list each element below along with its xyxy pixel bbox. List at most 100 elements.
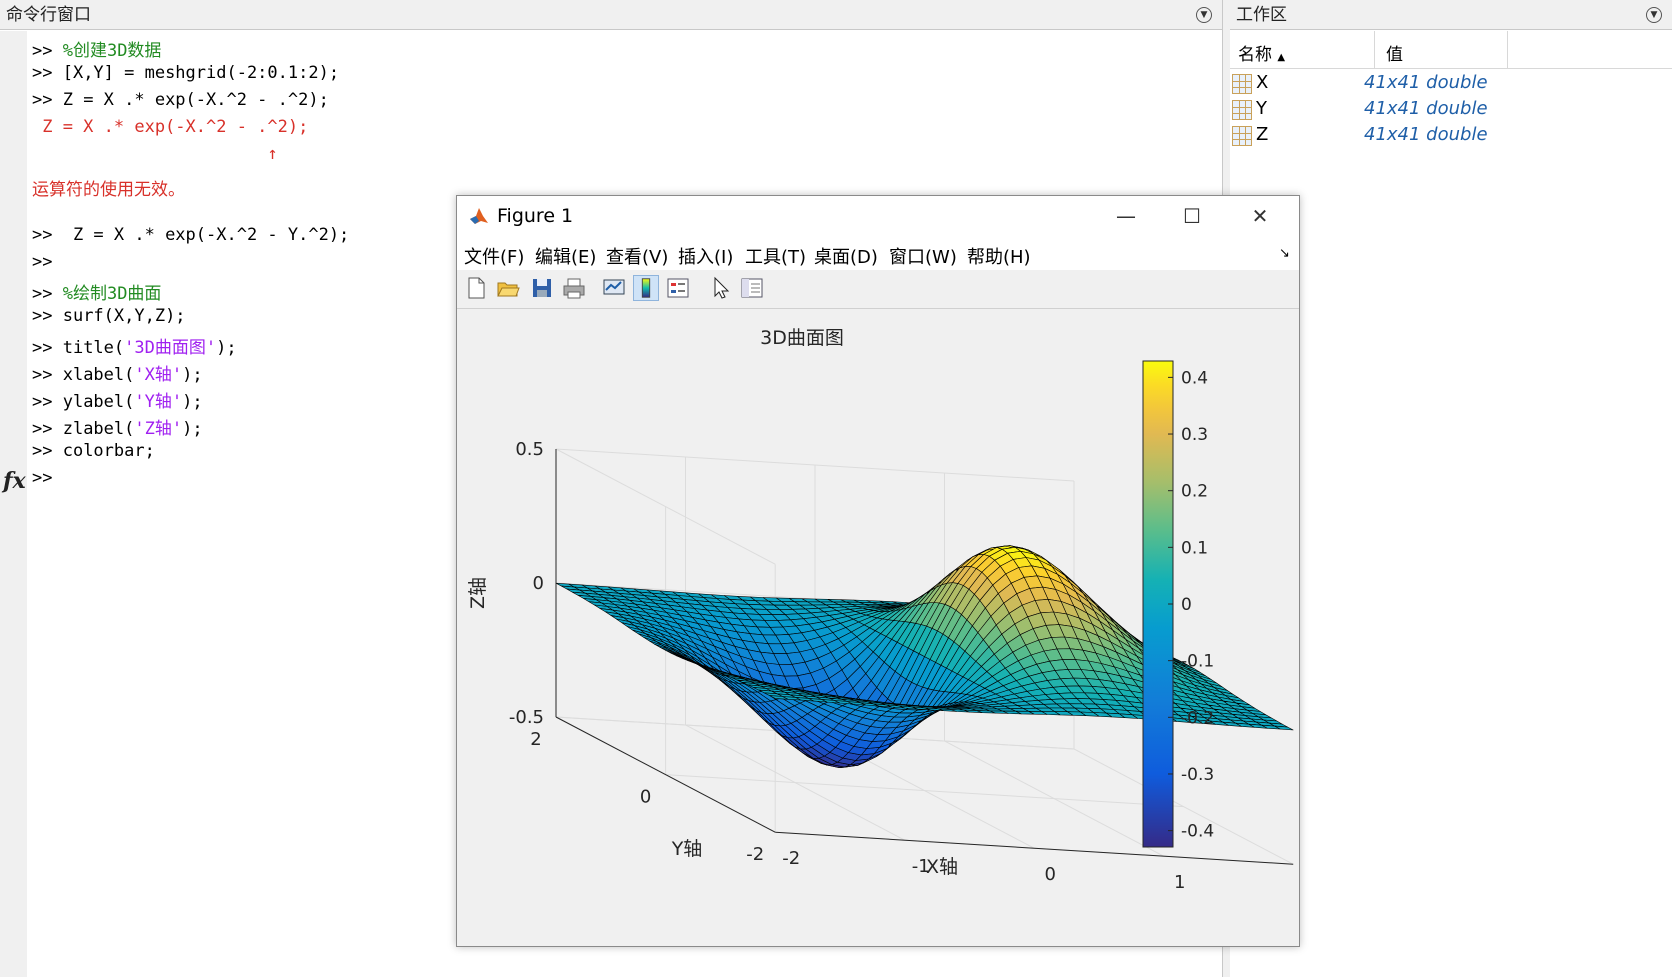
command-text: Z = X .* exp(-X.^2 - Y.^2); [62,225,350,245]
figure-toolbar [457,270,1299,309]
x-tick-label: 1 [1174,872,1185,893]
minimize-icon[interactable]: — [1103,202,1149,230]
matrix-icon [1232,74,1252,94]
workspace-variable-row[interactable]: X 41x41 double [1230,72,1672,96]
command-prompt: >> [32,252,53,272]
figure-menu-bar: 文件(F) 编辑(E) 查看(V) 插入(I) 工具(T) 桌面(D) 窗口(W… [457,236,1299,270]
variable-value: 41x41 double [1364,124,1488,145]
command-text: surf(X,Y,Z); [62,306,186,326]
colorbar-tick-label: -0.2 [1181,708,1214,728]
colorbar-tick-label: -0.3 [1181,765,1214,785]
command-prompt: >> [32,419,63,439]
column-header-name[interactable]: 名称 ▲ [1238,40,1285,65]
z-tick-label: 0.5 [515,439,544,460]
menu-tools[interactable]: 工具(T) [745,243,806,269]
legend-icon[interactable] [665,275,691,301]
colorbar-tick-label: 0 [1181,595,1192,615]
menu-help[interactable]: 帮助(H) [967,243,1031,269]
x-axis-label: X轴 [926,856,958,878]
y-axis-label: Y轴 [671,838,703,860]
menu-desktop[interactable]: 桌面(D) [814,243,878,269]
property-editor-icon[interactable] [739,275,765,301]
menu-insert[interactable]: 插入(I) [678,243,733,269]
panel-menu-icon[interactable]: ▼ [1196,7,1212,23]
command-line: >> %创建3D数据 [32,36,161,61]
command-window-title: 命令行窗口 [6,5,91,25]
figure-title-bar[interactable]: Figure 1 — ☐ ✕ [457,196,1299,236]
workspace-variable-row[interactable]: Y 41x41 double [1230,98,1672,122]
command-line: >> xlabel('X轴'); [32,360,203,385]
command-line: >> ylabel('Y轴'); [32,387,203,412]
workspace-variable-row[interactable]: Z 41x41 double [1230,124,1672,148]
save-icon[interactable] [529,275,555,301]
y-tick-label: -2 [746,844,764,865]
pointer-icon[interactable] [707,275,733,301]
variable-value: 41x41 double [1364,72,1488,93]
command-line: >> surf(X,Y,Z); [32,306,186,326]
command-text: ); [182,365,203,385]
menu-window[interactable]: 窗口(W) [889,243,957,269]
z-tick-label: 0 [533,573,544,594]
workspace-header: 工作区 ▼ [1230,0,1672,30]
fx-icon[interactable]: fx [3,468,26,494]
command-text: 运算符的使用无效。 [32,180,185,200]
variable-name: X [1256,72,1269,93]
menu-file[interactable]: 文件(F) [464,243,524,269]
command-prompt: >> [32,225,63,245]
y-tick-label: 2 [530,729,541,750]
figure-window[interactable]: Figure 1 — ☐ ✕ 文件(F) 编辑(E) 查看(V) 插入(I) 工… [456,195,1300,947]
command-text: ylabel( [62,392,135,412]
x-axis-line [775,831,1294,865]
close-icon[interactable]: ✕ [1237,202,1283,230]
command-text: 'Z轴' [134,419,183,439]
panel-menu-icon[interactable]: ▼ [1646,7,1662,23]
menu-view[interactable]: 查看(V) [606,243,668,269]
colorbar-tick-label: -0.1 [1181,652,1214,672]
command-text: colorbar; [62,441,155,461]
command-prompt: >> [32,468,53,488]
open-file-icon[interactable] [495,275,521,301]
variable-value: 41x41 double [1364,98,1488,119]
variable-name: Z [1256,124,1269,145]
link-plot-icon[interactable] [601,275,627,301]
sort-ascending-icon: ▲ [1277,52,1286,63]
command-text: ); [182,419,203,439]
command-prompt: >> [32,338,63,358]
command-line: >> colorbar; [32,441,155,461]
command-line: >> %绘制3D曲面 [32,279,161,304]
colorbar-icon[interactable] [633,275,659,301]
command-text: ); [182,392,203,412]
colorbar-tick-label: 0.2 [1181,482,1208,502]
workspace-column-headers: 名称 ▲ 值 [1230,31,1672,69]
command-prompt: >> [32,441,63,461]
command-text: %创建3D数据 [62,41,162,61]
command-text: Z = X .* exp(-X.^2 - .^2); [62,90,329,110]
column-header-value[interactable]: 值 [1386,40,1403,65]
command-prompt: >> [32,63,63,83]
menu-edit[interactable]: 编辑(E) [535,243,596,269]
print-icon[interactable] [561,275,587,301]
y-tick-label: 0 [640,787,651,808]
command-text: ); [216,338,237,358]
dock-arrow-icon[interactable]: ↘ [1279,246,1290,261]
command-line: ↑ [32,144,277,164]
new-figure-icon[interactable] [463,275,489,301]
matlab-logo-icon [470,208,488,224]
command-prompt: >> [32,392,63,412]
command-line: >> [32,252,52,272]
colorbar-tick-label: 0.1 [1181,538,1208,558]
surface-plot[interactable]: -0.500.5-202-2-10123D曲面图Y轴X轴Z轴-0.4-0.3-0… [457,309,1297,945]
x-tick-label: -2 [782,848,800,869]
command-prompt: >> [32,365,63,385]
chart-title: 3D曲面图 [760,327,844,349]
command-text: %绘制3D曲面 [62,284,162,304]
command-prompt: >> [32,90,63,110]
z-tick-label: -0.5 [509,707,544,728]
maximize-icon[interactable]: ☐ [1169,202,1215,230]
variable-name: Y [1256,98,1267,119]
figure-title: Figure 1 [497,205,574,227]
colorbar-tick-label: 0.4 [1181,368,1208,388]
command-line: >> Z = X .* exp(-X.^2 - Y.^2); [32,225,349,245]
command-line: >> [X,Y] = meshgrid(-2:0.1:2); [32,63,339,83]
command-text: title( [62,338,125,358]
